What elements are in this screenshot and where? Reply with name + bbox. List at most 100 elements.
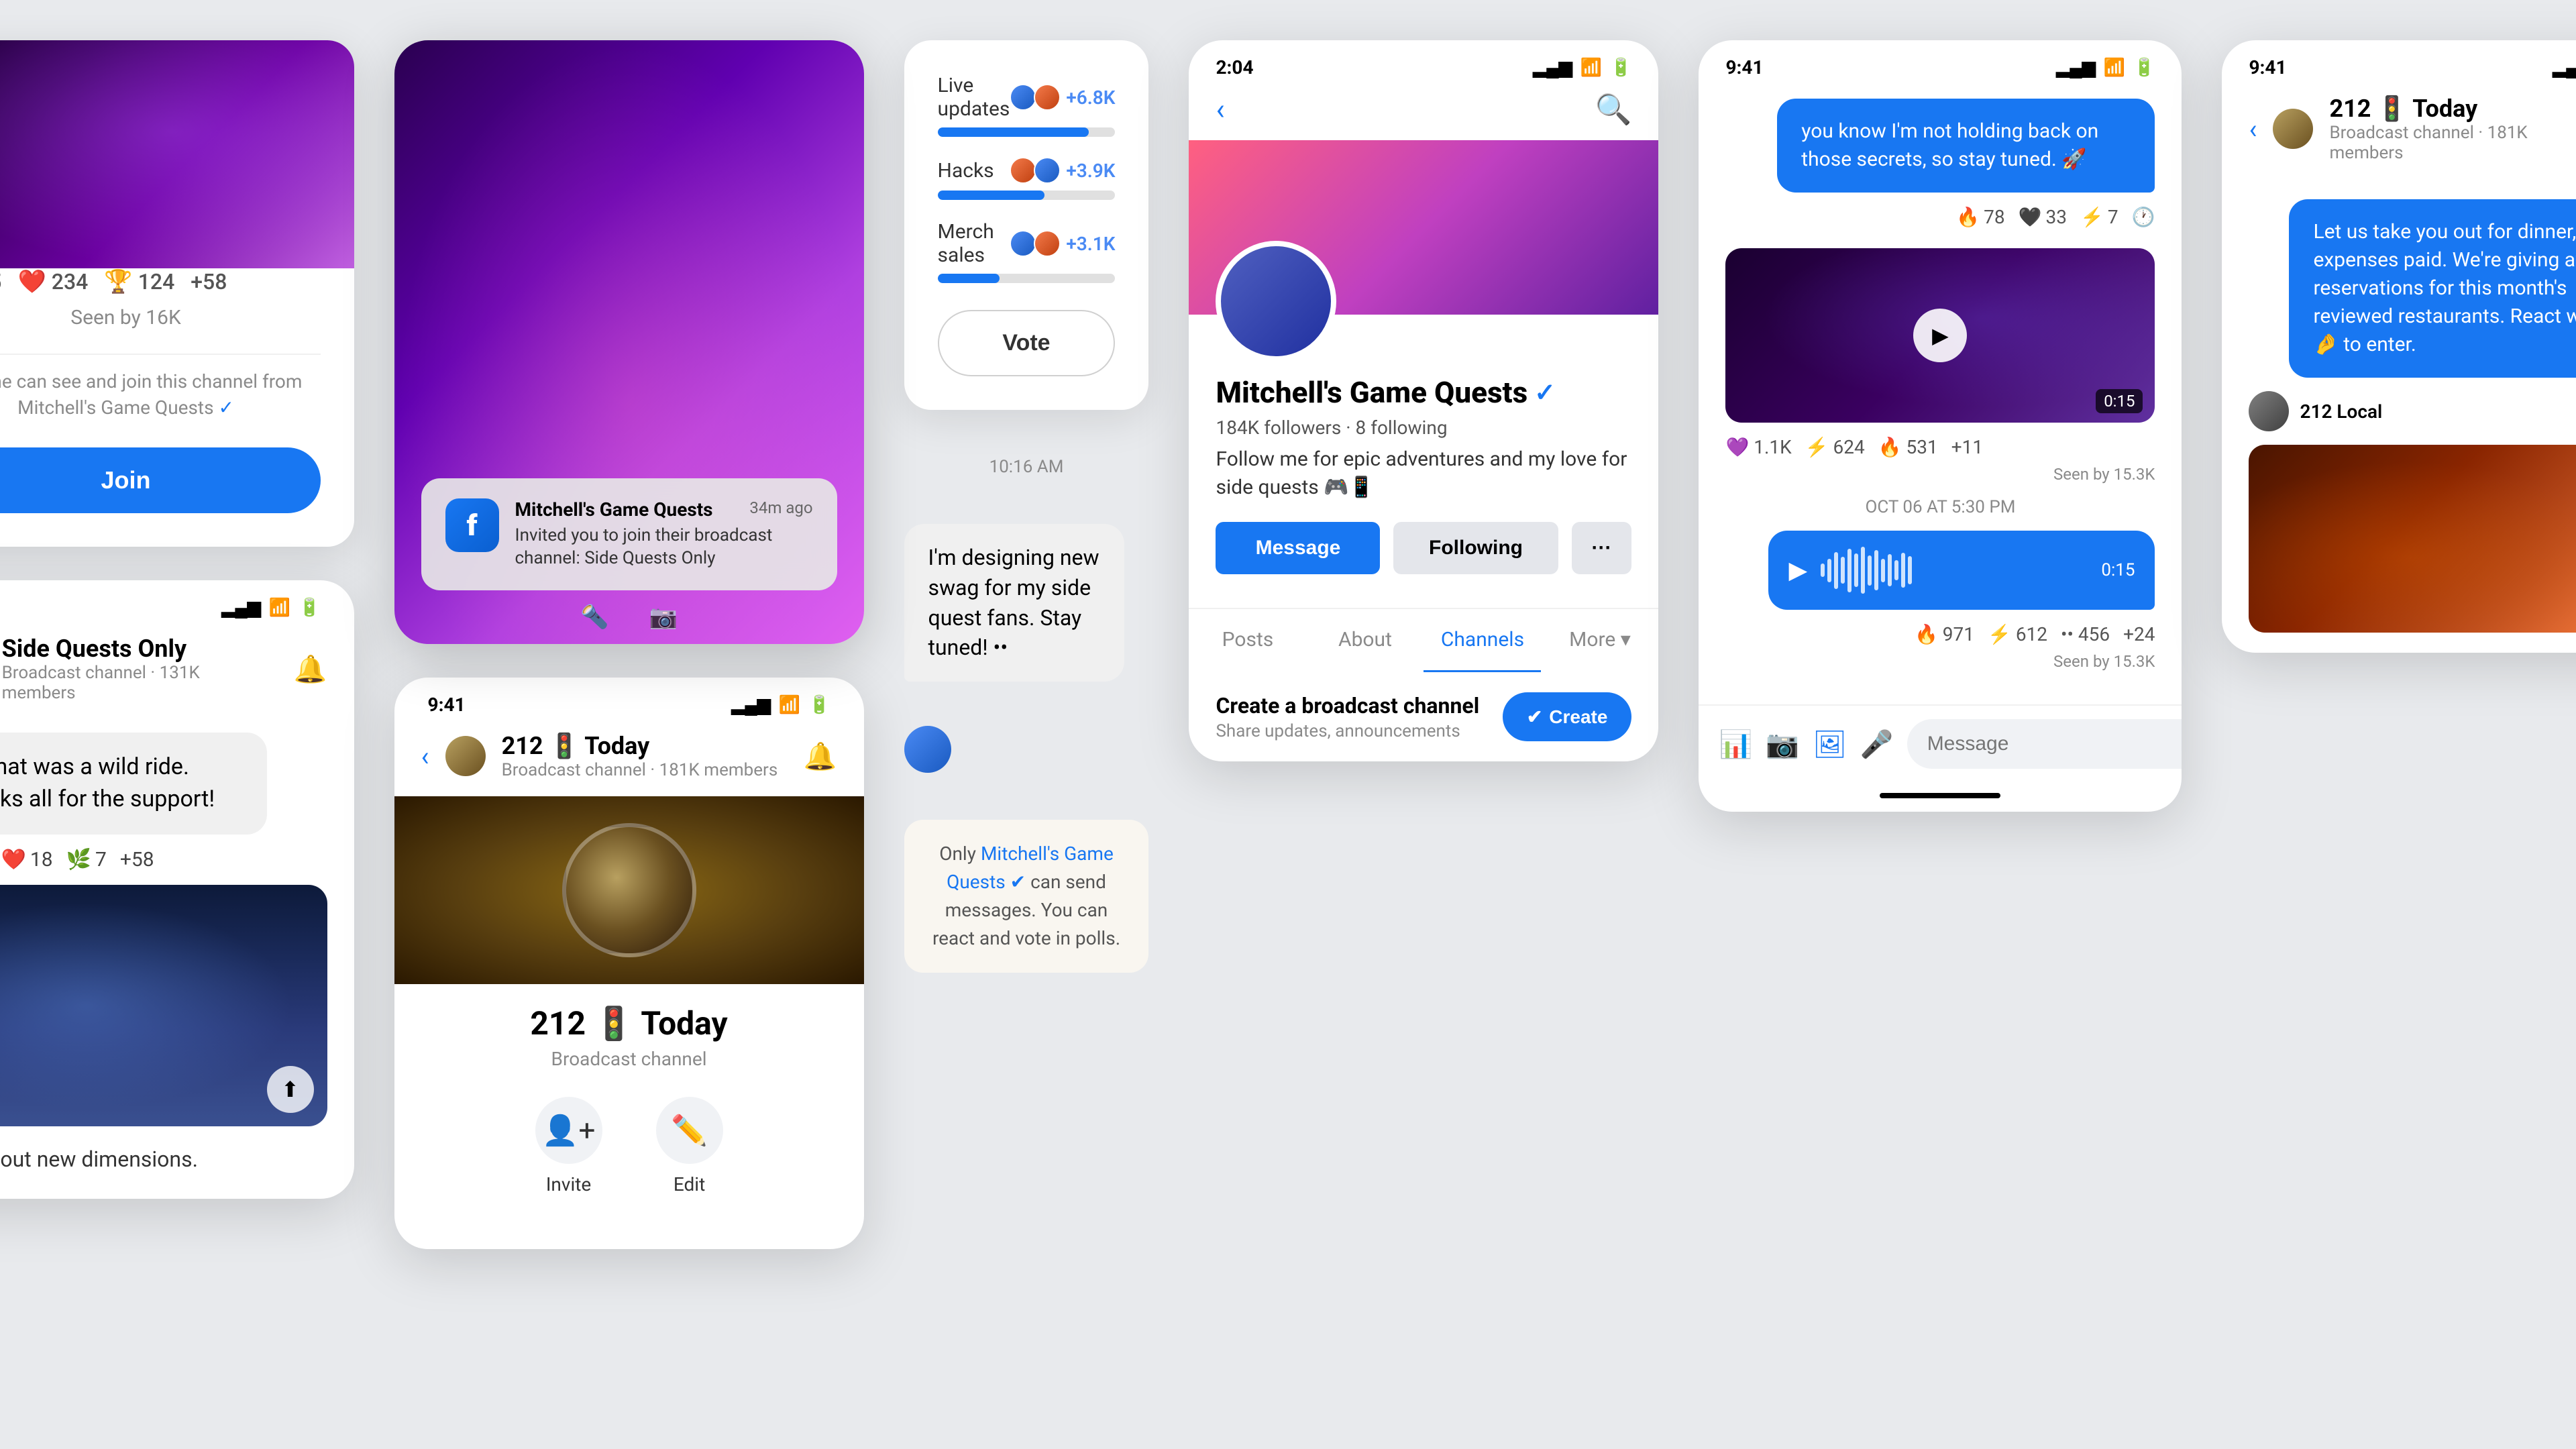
signal-2: ▂▄▆ [731, 694, 770, 715]
message-area-5: Let us take you out for dinner, all expe… [2222, 179, 2576, 653]
sender-name: 212 Local [2300, 400, 2382, 423]
mic-icon[interactable]: 🎤 [1860, 729, 1894, 760]
poll-option-2: Hacks +3.9K [938, 157, 1116, 200]
column-2: f Mitchell's Game Quests 34m ago Invited… [394, 40, 864, 1249]
audio-seen: Seen by 15.3K [1725, 652, 2155, 671]
option-avatars-3 [1010, 230, 1061, 257]
notification-bell[interactable]: 🔔 [294, 653, 327, 685]
pencil-icon: ✏️ [671, 1113, 708, 1148]
channel-sub-2: Broadcast channel · 181K members [502, 760, 788, 780]
reaction-heart: ❤️ 234 [17, 268, 88, 295]
poll-card: Live updates +6.8K Hacks [904, 40, 1149, 410]
status-right-2: ▂▄▆ 📶 🔋 [731, 694, 830, 715]
profile-avatar-wrap [1216, 241, 1336, 362]
status-icons: ▂▄▆ 📶 🔋 [221, 597, 320, 618]
chat-header-5: ‹ 212 🚦 Today Broadcast channel · 181K m… [2222, 78, 2576, 179]
play-button[interactable]: ▶ [1913, 309, 1967, 362]
tab-channels[interactable]: Channels [1424, 609, 1541, 672]
mini-avatar [1034, 84, 1061, 111]
poll-bar-3 [938, 274, 1116, 283]
option-text-3: Merch sales [938, 220, 1010, 267]
option-label-3: Merch sales +3.1K [938, 220, 1116, 267]
wave-bar [1854, 553, 1858, 587]
profile-stats: 184K followers · 8 following [1216, 417, 1631, 439]
status-right-5: ▂▄▆ 📶 🔋 [2553, 57, 2576, 78]
messenger-phone: 9:41 ▂▄▆ 📶 🔋 you know I'm not holding ba… [1699, 40, 2182, 812]
search-button[interactable]: 🔍 [1595, 92, 1632, 127]
cover-image [0, 40, 354, 268]
edit-action[interactable]: ✏️ Edit [656, 1097, 723, 1195]
wave-bar [1908, 556, 1912, 584]
react-plus: +58 [120, 848, 154, 871]
option-text-2: Hacks [938, 159, 994, 182]
following-button[interactable]: Following [1393, 522, 1558, 574]
poll-option-3: Merch sales +3.1K [938, 220, 1116, 283]
verified-badge: ✓ [1534, 378, 1556, 408]
column-3: Live updates +6.8K Hacks [904, 40, 1149, 973]
notification-title: Mitchell's Game Quests [515, 498, 713, 521]
home-indicator [1880, 793, 2000, 798]
vote-button[interactable]: Vote [938, 310, 1116, 376]
tab-about[interactable]: About [1306, 609, 1424, 672]
channel-info-5: 212 🚦 Today Broadcast channel · 181K mem… [2329, 95, 2576, 163]
battery-3: 🔋 [1610, 58, 1631, 78]
share-button[interactable]: ⬆ [267, 1066, 314, 1113]
profile-bio: Follow me for epic adventures and my lov… [1216, 445, 1631, 502]
react-plus-24: +24 [2123, 623, 2155, 645]
join-button[interactable]: Join [0, 447, 321, 513]
message-button[interactable]: Message [1216, 522, 1380, 574]
create-channel-section: Create a broadcast channel Share updates… [1189, 672, 1658, 761]
mini-avatar [1010, 230, 1036, 257]
message-reactions: 🎮 345 ❤️ 18 🌿 7 +58 [0, 848, 327, 871]
audio-reactions: 🔥 971 ⚡ 612 •• 456 +24 [1725, 623, 2155, 645]
create-button[interactable]: ✔ Create [1503, 692, 1632, 741]
wave-bar [1861, 547, 1865, 594]
outgoing-bubble-1: you know I'm not holding back on those s… [1777, 99, 2155, 193]
notification-bell-2[interactable]: 🔔 [804, 741, 837, 772]
wave-bar [1821, 564, 1825, 577]
back-button-2[interactable]: ‹ [421, 741, 429, 772]
bridge-image [562, 823, 696, 957]
message-input[interactable] [1907, 719, 2182, 769]
bubble-reactions-1: 🔥 78 🖤 33 ⚡ 7 🕐 [1725, 206, 2155, 228]
camera-quick-icon[interactable]: 📷 [649, 604, 678, 631]
more-button[interactable]: ··· [1572, 522, 1632, 574]
notification-body: Invited you to join their broadcast chan… [515, 525, 813, 570]
camera-icon[interactable]: 📷 [1766, 729, 1799, 760]
mini-avatar [1010, 84, 1036, 111]
wifi-icon: 📶 [269, 598, 290, 618]
audio-play-icon[interactable]: ▶ [1788, 556, 1807, 584]
reaction-trophy: 🏆 124 [104, 268, 174, 295]
create-icon: ✔ [1527, 706, 1542, 728]
notification-phone: f Mitchell's Game Quests 34m ago Invited… [394, 40, 864, 644]
reaction-gamepad: 🎮 345 [0, 268, 1, 295]
wifi-3: 📶 [1580, 58, 1602, 78]
create-channel-title: Create a broadcast channel [1216, 693, 1479, 718]
message-input-bar: 📊 📷 🖼 🎤 🙂 👍 [1699, 704, 2182, 782]
tab-posts[interactable]: Posts [1189, 609, 1306, 672]
signal-3: ▂▄▆ [1533, 57, 1572, 78]
channel-avatar-5 [2273, 109, 2313, 149]
poll-bar-2 [938, 191, 1116, 200]
sender-avatar-2 [2249, 391, 2289, 431]
poll-fill-2 [938, 191, 1044, 200]
chat-header-2: ‹ 212 🚦 Today Broadcast channel · 181K m… [394, 716, 864, 796]
notification-background: f Mitchell's Game Quests 34m ago Invited… [394, 40, 864, 644]
channel-avatar-2 [445, 736, 486, 776]
option-text-1: Live updates [938, 74, 1010, 121]
status-bar-2: 9:41 ▂▄▆ 📶 🔋 [394, 678, 864, 716]
chart-icon[interactable]: 📊 [1719, 729, 1752, 760]
column-1: 🎮 345 ❤️ 234 🏆 124 +58 Seen by 16K Anyon… [0, 40, 354, 1199]
channel-cover [394, 796, 864, 984]
image-icon[interactable]: 🖼 [1813, 729, 1847, 760]
video-message: ▶ 0:15 [1725, 248, 2155, 423]
flashlight-icon[interactable]: 🔦 [580, 604, 608, 631]
back-button-5[interactable]: ‹ [2249, 113, 2257, 145]
wave-bar [1901, 553, 1905, 588]
invite-action[interactable]: 👤+ Invite [535, 1097, 602, 1195]
time-2: 9:41 [428, 694, 466, 716]
channel-info: Side Quests Only Broadcast channel · 131… [2, 635, 278, 703]
tab-more[interactable]: More ▾ [1541, 609, 1658, 672]
back-button-3[interactable]: ‹ [1216, 92, 1224, 127]
react-purple-heart: 💜 1.1K [1725, 436, 1791, 458]
